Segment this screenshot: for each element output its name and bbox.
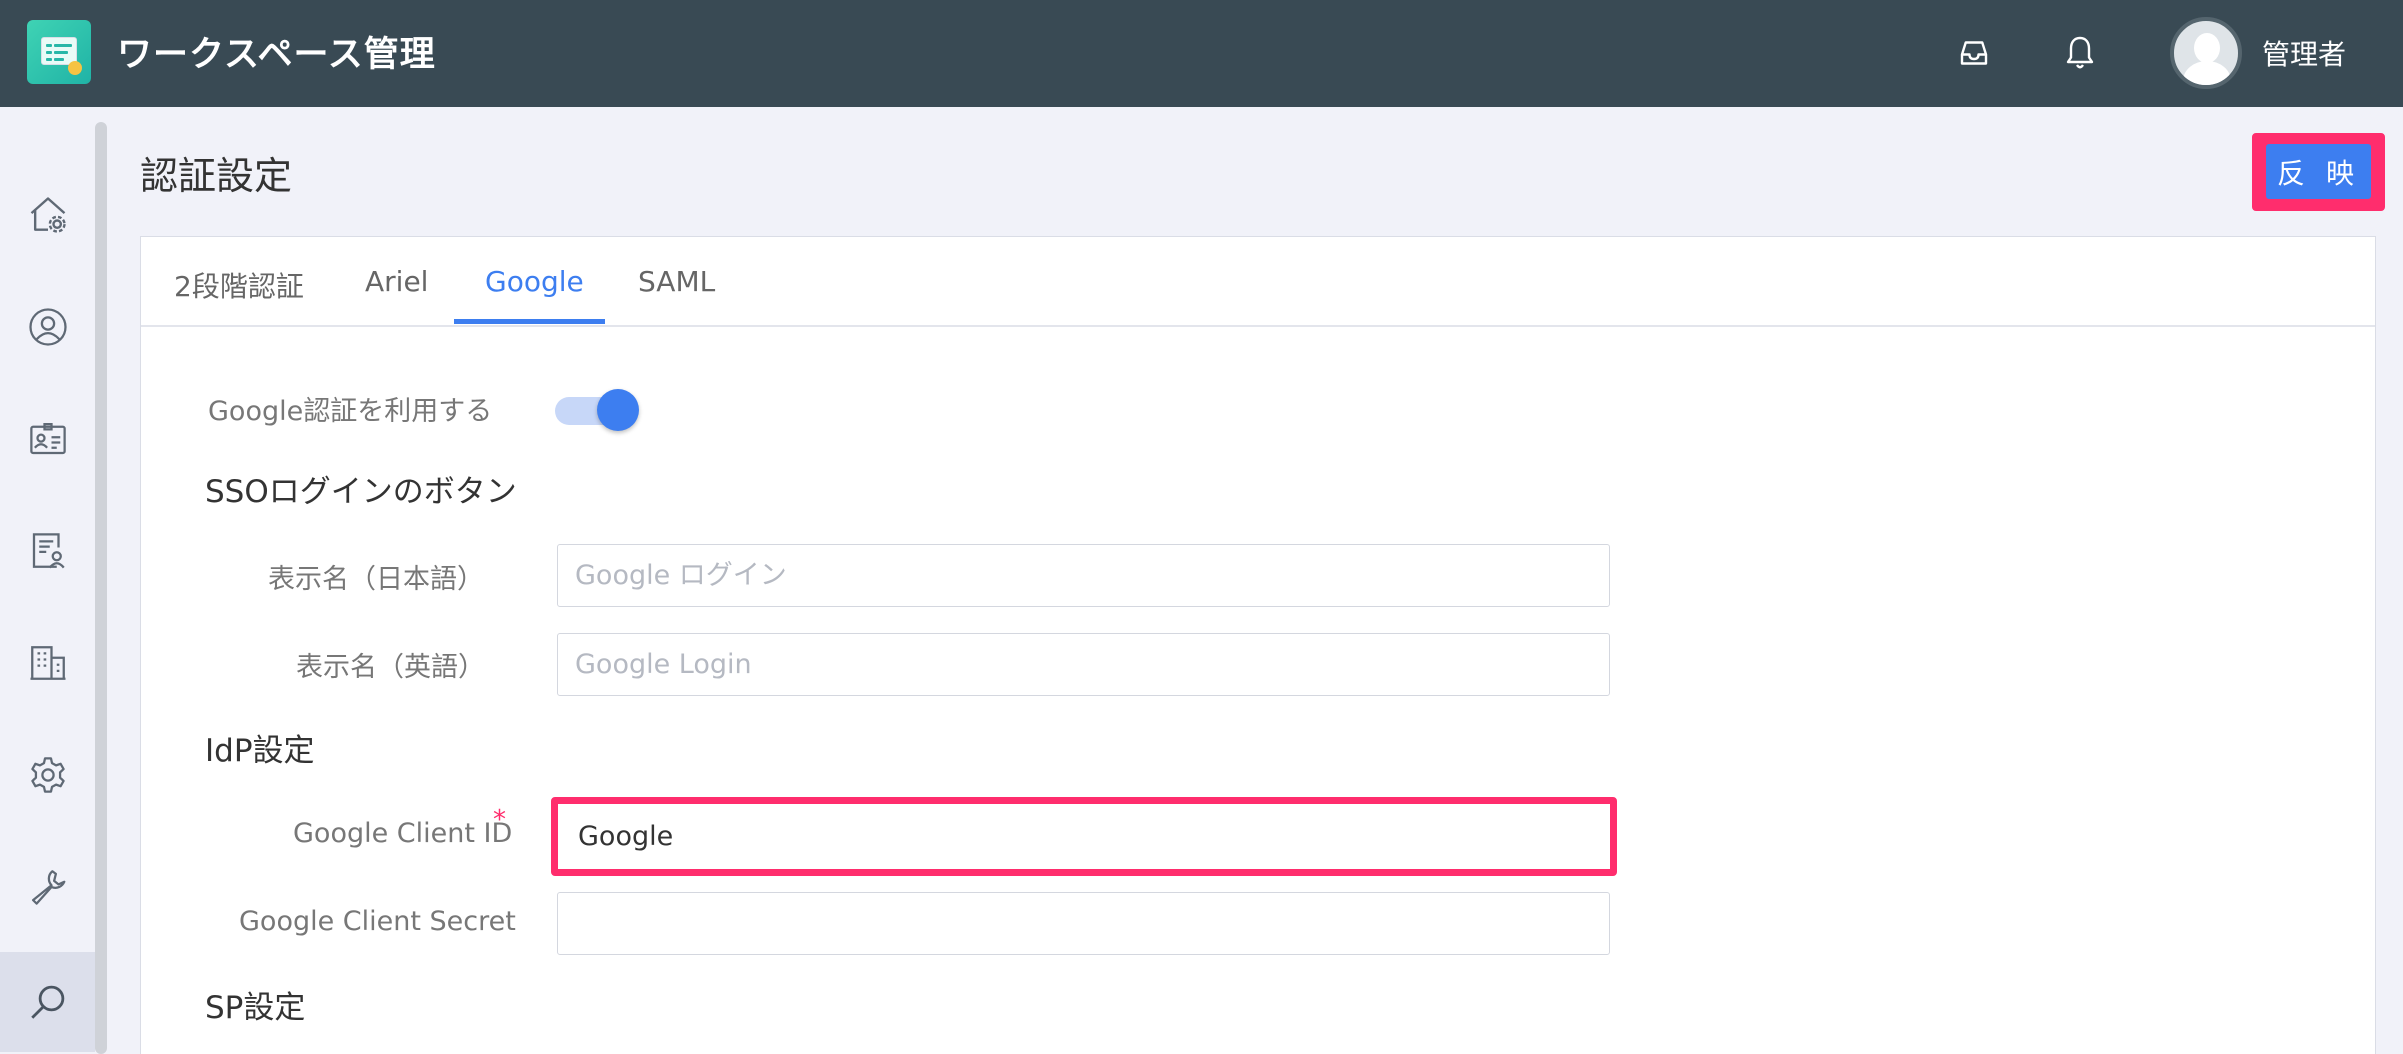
id-card-icon bbox=[29, 422, 66, 455]
tab-bar: 2段階認証 Ariel Google SAML bbox=[141, 237, 2375, 327]
inbox-icon[interactable] bbox=[1951, 30, 1997, 76]
client-secret-input[interactable] bbox=[557, 892, 1610, 955]
use-google-toggle[interactable] bbox=[555, 389, 641, 433]
sidebar-item-document-user[interactable] bbox=[0, 501, 95, 601]
app-logo[interactable] bbox=[27, 20, 91, 84]
use-google-label: Google認証を利用する bbox=[208, 396, 493, 427]
search-icon bbox=[30, 985, 64, 1019]
page-title: 認証設定 bbox=[140, 154, 293, 198]
top-header: ワークスペース管理 管理者 bbox=[0, 0, 2403, 107]
display-name-en-input[interactable] bbox=[557, 633, 1610, 696]
sidebar-item-search[interactable] bbox=[0, 952, 95, 1052]
sidebar-item-building[interactable] bbox=[0, 613, 95, 713]
sp-section-title: SP設定 bbox=[205, 990, 306, 1026]
display-name-ja-label: 表示名（日本語） bbox=[268, 564, 484, 595]
display-name-ja-input[interactable] bbox=[557, 544, 1610, 607]
settings-card: 2段階認証 Ariel Google SAML Google認証を利用する SS… bbox=[140, 236, 2376, 1054]
building-icon bbox=[30, 646, 65, 680]
wrench-icon bbox=[31, 870, 65, 905]
user-circle-icon bbox=[28, 308, 67, 346]
tab-two-factor[interactable]: 2段階認証 bbox=[174, 265, 304, 305]
sidebar-item-user[interactable] bbox=[0, 277, 95, 377]
home-settings-icon bbox=[30, 197, 66, 233]
sidebar-item-settings[interactable] bbox=[0, 725, 95, 825]
sidebar-item-id-card[interactable] bbox=[0, 389, 95, 489]
sidebar-item-home-settings[interactable] bbox=[0, 165, 95, 265]
client-secret-label: Google Client Secret bbox=[239, 906, 516, 937]
display-name-en-label: 表示名（英語） bbox=[296, 652, 485, 683]
gear-icon bbox=[30, 757, 65, 793]
apply-button[interactable]: 反 映 bbox=[2266, 144, 2371, 199]
idp-section-title: IdP設定 bbox=[205, 733, 315, 769]
required-mark: * bbox=[493, 805, 506, 835]
tab-saml[interactable]: SAML bbox=[638, 265, 715, 298]
client-id-input[interactable] bbox=[561, 806, 1606, 867]
active-tab-indicator bbox=[454, 319, 605, 324]
avatar[interactable] bbox=[2170, 17, 2242, 89]
bell-icon[interactable] bbox=[2057, 30, 2103, 76]
sso-section-title: SSOログインのボタン bbox=[205, 474, 517, 510]
sidebar-scrollbar[interactable] bbox=[95, 122, 107, 1054]
tab-ariel[interactable]: Ariel bbox=[365, 265, 428, 298]
sidebar bbox=[0, 107, 95, 1054]
sidebar-item-tools[interactable] bbox=[0, 837, 95, 937]
tab-google[interactable]: Google bbox=[485, 265, 584, 298]
app-title: ワークスペース管理 bbox=[117, 35, 436, 75]
user-name[interactable]: 管理者 bbox=[2262, 33, 2346, 73]
client-id-label: Google Client ID bbox=[293, 818, 513, 849]
document-user-icon bbox=[32, 533, 65, 569]
